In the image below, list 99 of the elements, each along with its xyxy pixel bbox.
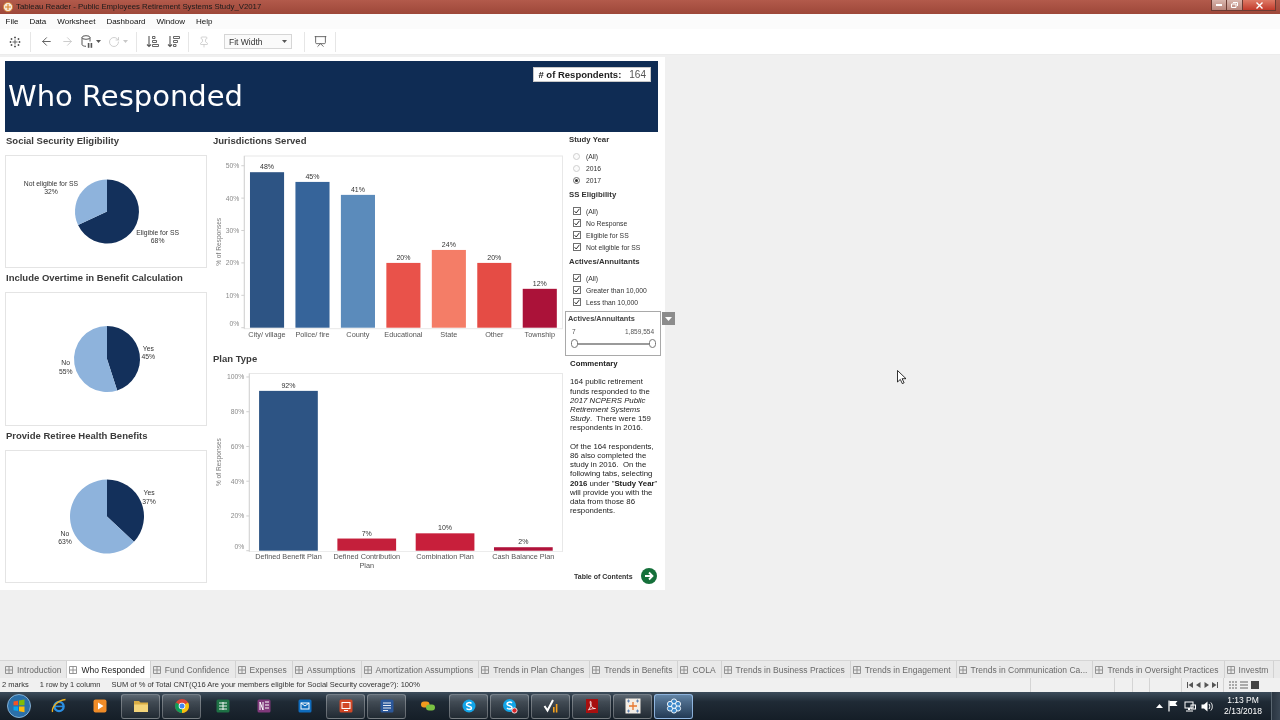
- menu-item[interactable]: Window: [151, 14, 191, 29]
- taskbar-button[interactable]: [654, 693, 693, 719]
- play-tile-icon: [91, 698, 108, 714]
- section-title: Social Security Eligibility: [5, 135, 120, 148]
- section-title: Include Overtime in Benefit Calculation: [5, 272, 184, 285]
- refresh-icon: [108, 35, 120, 48]
- checkbox[interactable]: [573, 286, 581, 294]
- bar: [477, 262, 512, 328]
- flag-icon[interactable]: [1168, 700, 1179, 712]
- grid-icon: [852, 665, 861, 674]
- bar: [494, 546, 553, 551]
- s-circle-dot-icon: [501, 698, 518, 714]
- kpi-label: # of Respondents:: [538, 69, 622, 80]
- slider-handle[interactable]: [648, 339, 656, 348]
- slides-icon: [337, 698, 354, 714]
- grid-icon: [5, 665, 13, 674]
- bar: [337, 538, 397, 551]
- grid-icon: [1226, 665, 1235, 674]
- menu-item[interactable]: Dashboard: [100, 14, 152, 29]
- tray-arrow-icon[interactable]: [1156, 704, 1163, 708]
- restore-icon: [1231, 2, 1238, 8]
- arrow-left-icon: [39, 35, 53, 48]
- last-page-icon[interactable]: [1212, 682, 1218, 688]
- caret-icon: [665, 316, 672, 321]
- grid-icon: [680, 665, 689, 674]
- checkbox[interactable]: [573, 207, 581, 215]
- grid-icon: [723, 665, 732, 674]
- section-title: Jurisdictions Served: [212, 135, 308, 148]
- grid-icon: [481, 665, 490, 674]
- sort-ascending-icon: [145, 35, 159, 48]
- caret-icon: [282, 40, 287, 43]
- checkbox[interactable]: [573, 219, 581, 227]
- radio-button[interactable]: [573, 176, 580, 184]
- restore-button[interactable]: [1227, 0, 1243, 11]
- sort-descending-icon: [166, 35, 180, 48]
- close-icon: [1255, 1, 1263, 9]
- mouse-pointer-icon: [897, 370, 906, 384]
- section-title: Plan Type: [212, 352, 259, 366]
- pause-updates-button[interactable]: [79, 32, 103, 51]
- grid-icon: [1095, 665, 1104, 674]
- next-icon[interactable]: [1204, 682, 1209, 688]
- database-pause-icon: [81, 35, 93, 48]
- grid-icon: [152, 665, 161, 674]
- checkbox[interactable]: [573, 243, 581, 251]
- grid-icon: [363, 665, 372, 674]
- first-page-icon[interactable]: [1187, 682, 1193, 688]
- close-button[interactable]: [1243, 0, 1276, 11]
- pie-slice: [74, 326, 118, 392]
- checkbox[interactable]: [573, 298, 581, 306]
- section-title: Provide Retiree Health Benefits: [5, 430, 149, 443]
- grid-icon: [592, 665, 601, 674]
- menu-item[interactable]: Help: [190, 14, 218, 29]
- pie-slice: [107, 326, 140, 391]
- presentation-icon: [313, 35, 327, 48]
- caret-icon: [96, 40, 101, 43]
- bar: [522, 288, 557, 328]
- swirl-document-icon: [583, 698, 600, 714]
- bar: [415, 532, 475, 551]
- caret-icon: [123, 40, 128, 43]
- app-logo-icon: [3, 2, 13, 12]
- grid-icon: [294, 665, 303, 674]
- checkmark-chart-icon: [542, 698, 559, 714]
- arrow-right-circle-icon[interactable]: [640, 568, 657, 584]
- plus-cluster-icon: [9, 35, 21, 48]
- checkbox[interactable]: [573, 231, 581, 239]
- previous-icon[interactable]: [1196, 682, 1201, 688]
- cross-grid-icon: [624, 698, 641, 714]
- menu-item[interactable]: File: [0, 14, 24, 29]
- grid-icon: [69, 665, 78, 674]
- pin-icon: [198, 35, 210, 48]
- clock-date: 2/13/2018: [1224, 706, 1262, 717]
- e-logo-icon: [50, 698, 67, 714]
- notebook-icon: [255, 698, 272, 714]
- menu-item[interactable]: Worksheet: [51, 14, 101, 29]
- clock-time: 1:13 PM: [1227, 695, 1259, 706]
- kpi-value: 164: [629, 69, 646, 80]
- volume-icon[interactable]: [1201, 700, 1213, 712]
- spreadsheet-icon: [214, 698, 231, 714]
- dashboard-title: Who Responded: [7, 78, 243, 115]
- menu-item[interactable]: Data: [23, 14, 52, 29]
- checkbox[interactable]: [573, 274, 581, 282]
- arrow-right-icon: [60, 35, 74, 48]
- grid-icon: [237, 665, 246, 674]
- filter-menu-button[interactable]: [662, 312, 675, 325]
- minimize-button[interactable]: [1211, 0, 1227, 11]
- document-icon: [378, 698, 395, 714]
- windows-orb-icon: [7, 694, 31, 718]
- slider-handle[interactable]: [570, 339, 578, 348]
- zoom-select[interactable]: Fit Width: [224, 34, 292, 49]
- circle-logo-icon: [173, 698, 190, 714]
- sheet-tab[interactable]: Who Responded: [67, 661, 151, 678]
- mail-icon: [296, 698, 313, 714]
- s-circle-icon: [460, 698, 477, 714]
- folder-icon: [132, 698, 149, 714]
- grid-icon: [958, 665, 967, 674]
- bar: [386, 262, 421, 328]
- network-icon[interactable]: [1184, 700, 1196, 712]
- minimize-icon: [1216, 4, 1222, 6]
- flower-icon: [665, 698, 682, 714]
